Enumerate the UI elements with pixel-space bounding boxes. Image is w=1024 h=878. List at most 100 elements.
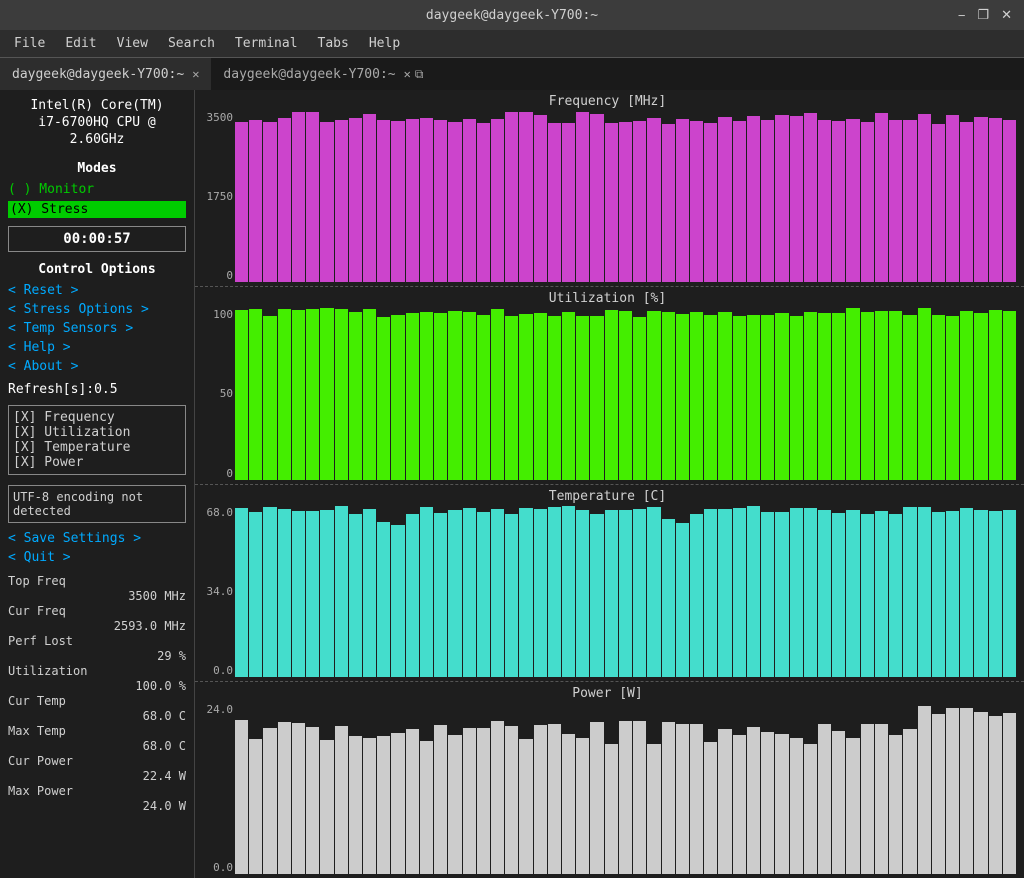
bar: [861, 724, 874, 874]
bar: [363, 309, 376, 480]
bar: [733, 508, 746, 677]
stat-utilization-value: 100.0 %: [8, 679, 186, 693]
window-title: daygeek@daygeek-Y700:~: [426, 8, 598, 23]
bar: [605, 123, 618, 282]
bar: [918, 114, 931, 283]
stat-cur-freq-value: 2593.0 MHz: [8, 619, 186, 633]
bar: [946, 708, 959, 874]
left-panel: Intel(R) Core(TM) i7-6700HQ CPU @ 2.60GH…: [0, 90, 195, 878]
bar: [335, 506, 348, 677]
minimize-button[interactable]: −: [954, 7, 970, 23]
menu-tabs[interactable]: Tabs: [308, 34, 359, 53]
bar: [832, 513, 845, 677]
checkbox-utilization[interactable]: [X] Utilization: [13, 425, 181, 440]
bar: [846, 308, 859, 479]
bar: [747, 116, 760, 282]
bar: [718, 312, 731, 480]
tab-1[interactable]: daygeek@daygeek-Y700:~ ✕: [0, 58, 211, 90]
tab-2-close[interactable]: ✕: [404, 67, 411, 81]
bar: [477, 123, 490, 283]
bar: [989, 310, 1002, 480]
bar: [761, 512, 774, 677]
bar: [960, 311, 973, 480]
bar: [861, 122, 874, 282]
bar: [278, 509, 291, 676]
menu-edit[interactable]: Edit: [55, 34, 106, 53]
bar: [320, 308, 333, 479]
control-reset[interactable]: < Reset >: [8, 283, 186, 298]
control-about[interactable]: < About >: [8, 359, 186, 374]
menu-terminal[interactable]: Terminal: [225, 34, 308, 53]
control-quit[interactable]: < Quit >: [8, 550, 186, 565]
bar: [548, 123, 561, 283]
frequency-chart: Frequency [MHz] 3500 1750 0: [195, 90, 1024, 287]
stat-max-temp: Max Temp: [8, 724, 186, 738]
tab-1-close[interactable]: ✕: [192, 67, 199, 81]
bar: [590, 114, 603, 282]
mode-monitor[interactable]: ( ) Monitor: [8, 182, 186, 197]
bar: [889, 514, 902, 677]
bar: [292, 511, 305, 677]
power-chart-area: 24.0 0.0: [199, 703, 1016, 874]
bar: [548, 507, 561, 677]
control-save-settings[interactable]: < Save Settings >: [8, 531, 186, 546]
bar: [619, 721, 632, 874]
bar: [491, 509, 504, 677]
bar: [349, 514, 362, 677]
control-stress-options[interactable]: < Stress Options >: [8, 302, 186, 317]
bar: [932, 512, 945, 677]
bar: [306, 511, 319, 676]
bar: [662, 312, 675, 479]
bar: [903, 120, 916, 282]
stat-max-power-value: 24.0 W: [8, 799, 186, 813]
bar: [804, 744, 817, 874]
temperature-chart: Temperature [C] 68.0 34.0 0.0: [195, 485, 1024, 682]
bar: [790, 316, 803, 479]
bar: [790, 116, 803, 282]
bar: [306, 727, 319, 874]
bar: [676, 724, 689, 874]
bar: [704, 315, 717, 480]
menu-file[interactable]: File: [4, 34, 55, 53]
bar: [733, 735, 746, 874]
bar: [519, 739, 532, 874]
bar: [832, 731, 845, 874]
temperature-chart-area: 68.0 34.0 0.0: [199, 506, 1016, 677]
menu-view[interactable]: View: [107, 34, 158, 53]
window-controls[interactable]: − ❐ ✕: [954, 7, 1016, 23]
bar: [733, 121, 746, 282]
control-help[interactable]: < Help >: [8, 340, 186, 355]
mode-stress[interactable]: (X) Stress: [8, 201, 186, 218]
close-button[interactable]: ✕: [997, 7, 1016, 23]
checkbox-frequency[interactable]: [X] Frequency: [13, 410, 181, 425]
checkbox-temperature[interactable]: [X] Temperature: [13, 440, 181, 455]
tab-2[interactable]: daygeek@daygeek-Y700:~ ✕ ⧉: [211, 58, 435, 90]
control-temp-sensors[interactable]: < Temp Sensors >: [8, 321, 186, 336]
right-panel: Frequency [MHz] 3500 1750 0 Utilization …: [195, 90, 1024, 878]
bar: [875, 113, 888, 282]
bar: [605, 310, 618, 479]
bar: [889, 120, 902, 282]
bar: [292, 310, 305, 480]
bar: [974, 313, 987, 480]
bar: [647, 311, 660, 480]
bar: [263, 122, 276, 283]
bar: [590, 722, 603, 874]
bar: [846, 510, 859, 676]
bar: [505, 316, 518, 479]
bar: [391, 525, 404, 677]
checkbox-power[interactable]: [X] Power: [13, 455, 181, 470]
menu-search[interactable]: Search: [158, 34, 225, 53]
bar: [861, 514, 874, 677]
stat-cur-power-value: 22.4 W: [8, 769, 186, 783]
bar: [335, 120, 348, 282]
stats-section: Top Freq 3500 MHz Cur Freq 2593.0 MHz Pe…: [8, 573, 186, 814]
restore-button[interactable]: ❐: [973, 7, 993, 23]
bar: [320, 740, 333, 874]
bar: [505, 112, 518, 282]
bar: [633, 317, 646, 480]
bar: [420, 741, 433, 874]
menu-help[interactable]: Help: [359, 34, 410, 53]
bar: [633, 721, 646, 874]
bar: [676, 119, 689, 282]
